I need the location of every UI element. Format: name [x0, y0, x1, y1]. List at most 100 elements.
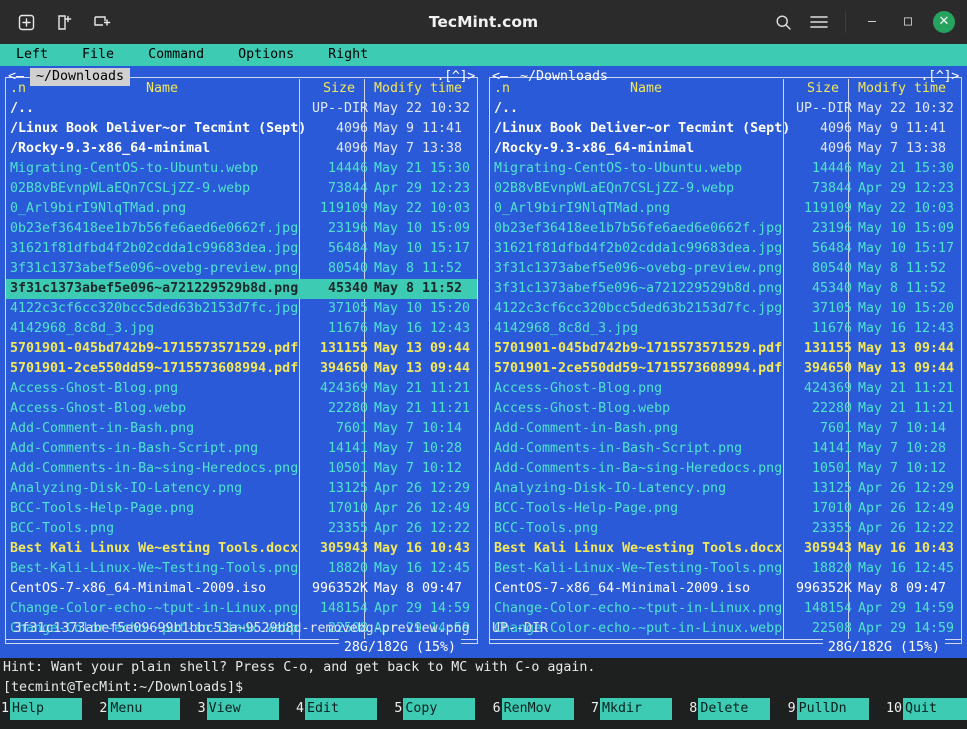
search-icon[interactable]: [768, 7, 798, 37]
table-row[interactable]: /Linux Book Deliver~or Tecmint (Sept) 409…: [490, 119, 961, 139]
table-row[interactable]: /.. UP--DIR May 22 10:32: [6, 99, 477, 119]
table-row[interactable]: Add-Comment-in-Bash.png 7601 May 7 10:14: [6, 419, 477, 439]
table-row[interactable]: Change-Color-echo-~tput-in-Linux.png 1481…: [6, 599, 477, 619]
menu-item-right[interactable]: Right: [328, 45, 368, 65]
file-size-cell: 56484: [327, 241, 368, 256]
table-row[interactable]: Add-Comments-in-Ba~sing-Heredocs.png 1050…: [6, 459, 477, 479]
close-button[interactable]: ✕: [929, 7, 959, 37]
table-row[interactable]: 0_Arl9birI9NlqTMad.png 119109 May 22 10:03: [490, 199, 961, 219]
table-row[interactable]: BCC-Tools.png 23355 Apr 26 12:22: [6, 519, 477, 539]
table-row[interactable]: 5701901-2ce550dd59~1715573608994.pdf 3946…: [490, 359, 961, 379]
left-col-time[interactable]: Modify time: [374, 79, 462, 99]
menu-item-file[interactable]: File: [82, 45, 114, 65]
table-row[interactable]: 02B8vBEvnpWLaEQn7CSLjZZ-9.webp 73844 Apr 2…: [490, 179, 961, 199]
table-row[interactable]: 5701901-045bd742b9~1715573571529.pdf 1311…: [6, 339, 477, 359]
fkey-mkdir[interactable]: 7 Mkdir: [589, 698, 672, 720]
fkey-help[interactable]: 1 Help: [0, 698, 83, 720]
table-row[interactable]: 3f31c1373abef5e096~a721229529b8d.png 4534…: [6, 279, 477, 299]
table-row[interactable]: /.. UP--DIR May 22 10:32: [490, 99, 961, 119]
fkey-renmov[interactable]: 6 RenMov: [491, 698, 574, 720]
table-row[interactable]: Access-Ghost-Blog.webp 22280 May 21 11:21: [6, 399, 477, 419]
table-row[interactable]: Best-Kali-Linux-We~Testing-Tools.png 1882…: [6, 559, 477, 579]
table-row[interactable]: 02B8vBEvnpWLaEQn7CSLjZZ-9.webp 73844 Apr 2…: [6, 179, 477, 199]
table-row[interactable]: BCC-Tools-Help-Page.png 17010 Apr 26 12:49: [490, 499, 961, 519]
left-col-name[interactable]: Name: [146, 79, 178, 99]
table-row[interactable]: 5701901-045bd742b9~1715573571529.pdf 1311…: [490, 339, 961, 359]
new-tab-icon[interactable]: [14, 10, 38, 34]
table-row[interactable]: 0b23ef36418ee1b7b56fe6aed6e0662f.jpg 2319…: [490, 219, 961, 239]
new-window-icon[interactable]: [52, 10, 76, 34]
right-col-dotn[interactable]: .n: [494, 79, 510, 99]
table-row[interactable]: 4142968_8c8d_3.jpg 11676 May 16 12:43: [490, 319, 961, 339]
table-row[interactable]: 3f31c1373abef5e096~a721229529b8d.png 4534…: [490, 279, 961, 299]
titlebar-divider: [845, 11, 846, 33]
file-time-cell: Apr 29 12:23: [858, 181, 955, 196]
fkey-view[interactable]: 3 View: [196, 698, 279, 720]
right-col-time[interactable]: Modify time: [858, 79, 946, 99]
minimize-button[interactable]: –: [857, 7, 887, 37]
table-row[interactable]: Add-Comments-in-Ba~sing-Heredocs.png 1050…: [490, 459, 961, 479]
left-col-dotn[interactable]: .n: [10, 79, 26, 99]
fkey-copy[interactable]: 5 Copy: [393, 698, 476, 720]
left-filesystem-info: 28G/182G (15%): [338, 639, 461, 657]
left-col-size[interactable]: Size: [308, 79, 370, 99]
left-panel[interactable]: <– ~/Downloads .[^]> .n Name Size Modify…: [0, 66, 483, 658]
fkey-label: View: [206, 698, 279, 720]
right-col-name[interactable]: Name: [630, 79, 662, 99]
fkey-menu[interactable]: 2 Menu: [98, 698, 181, 720]
table-row[interactable]: /Rocky-9.3-x86_64-minimal 4096 May 7 13:38: [6, 139, 477, 159]
table-row[interactable]: Add-Comments-in-Bash-Script.png 14141 May …: [6, 439, 477, 459]
table-row[interactable]: 3f31c1373abef5e096~ovebg-preview.png 8054…: [490, 259, 961, 279]
menu-item-options[interactable]: Options: [238, 45, 294, 65]
table-row[interactable]: Best Kali Linux We~esting Tools.docx 3059…: [6, 539, 477, 559]
menu-item-command[interactable]: Command: [148, 45, 204, 65]
right-panel[interactable]: <– ~/Downloads .[^]> .n Name Size Modify…: [484, 66, 967, 658]
table-row[interactable]: Access-Ghost-Blog.png 424369 May 21 11:21: [490, 379, 961, 399]
table-row[interactable]: Best Kali Linux We~esting Tools.docx 3059…: [490, 539, 961, 559]
table-row[interactable]: 31621f81dfbd4f2b02cdda1c99683dea.jpg 5648…: [490, 239, 961, 259]
new-terminal-icon[interactable]: [90, 10, 114, 34]
file-time-cell: May 8 11:52: [374, 261, 463, 276]
table-row[interactable]: Add-Comments-in-Bash-Script.png 14141 May …: [490, 439, 961, 459]
table-row[interactable]: 0b23ef36418ee1b7b56fe6aed6e0662f.jpg 2319…: [6, 219, 477, 239]
table-row[interactable]: /Linux Book Deliver~or Tecmint (Sept) 409…: [6, 119, 477, 139]
fkey-delete[interactable]: 8 Delete: [688, 698, 771, 720]
table-row[interactable]: /Rocky-9.3-x86_64-minimal 4096 May 7 13:38: [490, 139, 961, 159]
table-row[interactable]: Change-Color-echo-~tput-in-Linux.png 1481…: [490, 599, 961, 619]
table-row[interactable]: Add-Comment-in-Bash.png 7601 May 7 10:14: [490, 419, 961, 439]
fkey-pulldn[interactable]: 9 PullDn: [786, 698, 869, 720]
menu-item-left[interactable]: Left: [16, 45, 48, 65]
table-row[interactable]: Access-Ghost-Blog.webp 22280 May 21 11:21: [490, 399, 961, 419]
file-size-cell: 119109: [803, 201, 852, 216]
file-time-cell: May 9 11:41: [374, 121, 463, 136]
table-row[interactable]: Analyzing-Disk-IO-Latency.png 13125 Apr 26…: [6, 479, 477, 499]
table-row[interactable]: 4122c3cf6cc320bcc5ded63b2153d7fc.jpg 3710…: [490, 299, 961, 319]
table-row[interactable]: 0_Arl9birI9NlqTMad.png 119109 May 22 10:03: [6, 199, 477, 219]
table-row[interactable]: CentOS-7-x86_64-Minimal-2009.iso 996352K M…: [6, 579, 477, 599]
file-name-cell: 5701901-045bd742b9~1715573571529.pdf: [10, 341, 299, 356]
file-size-cell: 996352K: [795, 581, 852, 596]
table-row[interactable]: CentOS-7-x86_64-Minimal-2009.iso 996352K M…: [490, 579, 961, 599]
table-row[interactable]: Migrating-CentOS-to-Ubuntu.webp 14446 May …: [490, 159, 961, 179]
table-row[interactable]: BCC-Tools.png 23355 Apr 26 12:22: [490, 519, 961, 539]
file-name-cell: BCC-Tools-Help-Page.png: [494, 501, 679, 516]
right-col-size[interactable]: Size: [792, 79, 854, 99]
file-time-cell: Apr 26 12:49: [858, 501, 955, 516]
fkey-quit[interactable]: 10 Quit: [884, 698, 967, 720]
table-row[interactable]: Access-Ghost-Blog.png 424369 May 21 11:21: [6, 379, 477, 399]
table-row[interactable]: 3f31c1373abef5e096~ovebg-preview.png 8054…: [6, 259, 477, 279]
table-row[interactable]: Analyzing-Disk-IO-Latency.png 13125 Apr 26…: [490, 479, 961, 499]
shell-prompt[interactable]: [tecmint@TecMint:~/Downloads]$: [0, 678, 967, 698]
table-row[interactable]: 4142968_8c8d_3.jpg 11676 May 16 12:43: [6, 319, 477, 339]
left-file-list[interactable]: /.. UP--DIR May 22 10:32/Linux Book Delive…: [6, 99, 477, 639]
table-row[interactable]: 31621f81dfbd4f2b02cdda1c99683dea.jpg 5648…: [6, 239, 477, 259]
table-row[interactable]: Migrating-CentOS-to-Ubuntu.webp 14446 May …: [6, 159, 477, 179]
table-row[interactable]: 5701901-2ce550dd59~1715573608994.pdf 3946…: [6, 359, 477, 379]
table-row[interactable]: 4122c3cf6cc320bcc5ded63b2153d7fc.jpg 3710…: [6, 299, 477, 319]
fkey-edit[interactable]: 4 Edit: [294, 698, 377, 720]
maximize-button[interactable]: □: [893, 7, 923, 37]
table-row[interactable]: BCC-Tools-Help-Page.png 17010 Apr 26 12:49: [6, 499, 477, 519]
right-file-list[interactable]: /.. UP--DIR May 22 10:32/Linux Book Delive…: [490, 99, 961, 639]
table-row[interactable]: Best-Kali-Linux-We~Testing-Tools.png 1882…: [490, 559, 961, 579]
menu-icon[interactable]: [804, 7, 834, 37]
